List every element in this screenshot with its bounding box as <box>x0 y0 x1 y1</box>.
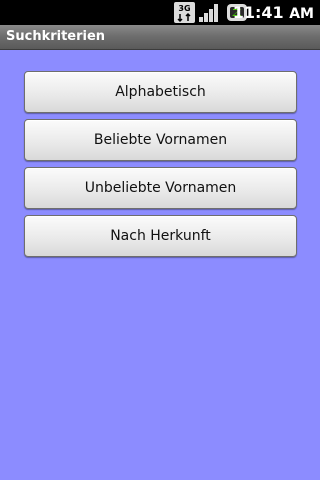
alphabetisch-button[interactable]: Alphabetisch <box>24 71 297 113</box>
signal-strength-icon <box>199 4 218 22</box>
beliebte-vornamen-button[interactable]: Beliebte Vornamen <box>24 119 297 161</box>
nach-herkunft-button[interactable]: Nach Herkunft <box>24 215 297 257</box>
3g-data-icon: 3G <box>174 2 195 23</box>
title-bar: Suchkriterien <box>0 25 320 50</box>
clock-suffix: AM <box>289 6 314 22</box>
clock-time: 11:41 <box>232 3 284 22</box>
status-clock: 11:41 AM <box>233 0 314 25</box>
page-title: Suchkriterien <box>6 29 106 44</box>
unbeliebte-vornamen-button[interactable]: Unbeliebte Vornamen <box>24 167 297 209</box>
svg-text:3G: 3G <box>178 4 190 13</box>
status-bar: 3G 11:41 AM <box>0 0 320 25</box>
